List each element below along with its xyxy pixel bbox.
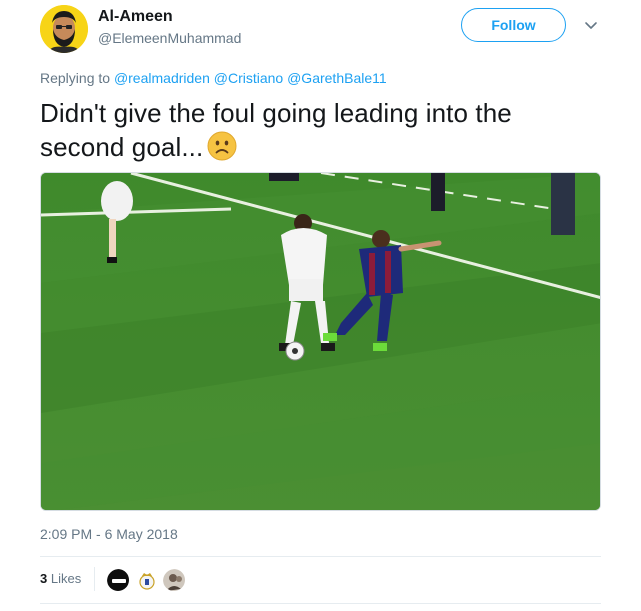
replying-to-line: Replying to @realmadriden @Cristiano @Ga… (40, 70, 387, 86)
tweet-text-line: second goal... (40, 132, 204, 162)
follow-button[interactable]: Follow (461, 8, 566, 42)
user-handle[interactable]: @ElemeenMuhammad (98, 30, 241, 46)
tweet-text-line: Didn't give the foul going leading into … (40, 98, 512, 128)
tweet-card: Al-Ameen @ElemeenMuhammad Follow Replyin… (0, 0, 641, 611)
mention-link[interactable]: @GarethBale11 (287, 70, 387, 86)
tweet-text: Didn't give the foul going leading into … (40, 96, 600, 164)
user-name[interactable]: Al-Ameen (98, 8, 173, 26)
likes-label: Likes (50, 571, 82, 586)
mention-link[interactable]: @Cristiano (214, 70, 283, 86)
tweet-media-image[interactable] (40, 172, 601, 511)
tweet-text-line-2: second goal... (40, 130, 600, 164)
mention-link[interactable]: @realmadriden (114, 70, 210, 86)
likes-stat[interactable]: 3 Likes (40, 571, 81, 586)
divider (40, 556, 601, 557)
liker-avatar[interactable] (134, 568, 158, 592)
liker-avatar[interactable] (162, 568, 186, 592)
slightly-frowning-face-icon (207, 131, 237, 161)
likes-count: 3 (40, 571, 48, 586)
liker-avatar[interactable] (106, 568, 130, 592)
avatar[interactable] (40, 5, 88, 53)
replying-to-label: Replying to (40, 70, 111, 86)
chevron-down-icon[interactable] (583, 17, 599, 33)
tweet-timestamp[interactable]: 2:09 PM - 6 May 2018 (40, 526, 178, 542)
divider (40, 603, 601, 604)
divider (94, 567, 95, 591)
